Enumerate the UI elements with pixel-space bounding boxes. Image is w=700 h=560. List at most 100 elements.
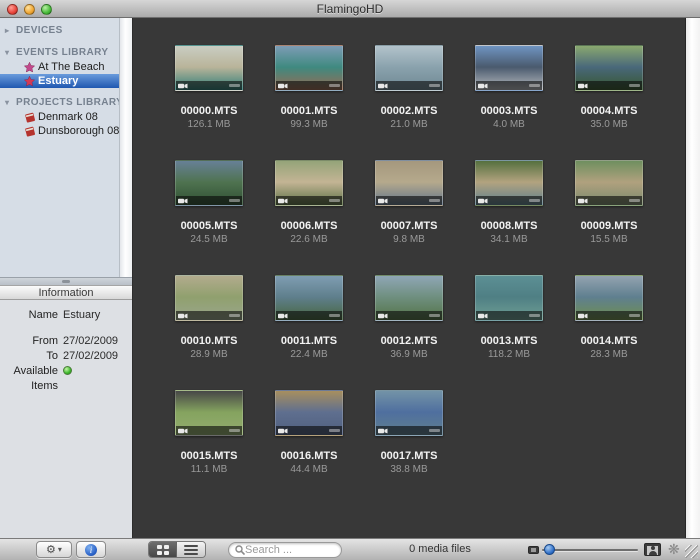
- info-icon: i: [85, 544, 97, 556]
- sidebar-item-at-the-beach[interactable]: At The Beach: [0, 60, 132, 74]
- file-size: 35.0 MB: [559, 119, 659, 130]
- list-view-button[interactable]: [177, 542, 205, 557]
- media-item[interactable]: 00002.MTS21.0 MB: [359, 45, 459, 160]
- thumbnail-overlay-bar: [476, 196, 542, 205]
- media-item[interactable]: 00011.MTS22.4 MB: [259, 275, 359, 390]
- video-thumbnail[interactable]: [175, 275, 243, 321]
- media-item[interactable]: 00003.MTS4.0 MB: [459, 45, 559, 160]
- sidebar-section-header[interactable]: ▾PROJECTS LIBRARY: [0, 95, 132, 110]
- sidebar-item-denmark-08[interactable]: Denmark 08: [0, 110, 132, 124]
- close-button[interactable]: [7, 4, 18, 15]
- info-row: Available: [0, 363, 132, 378]
- video-thumbnail[interactable]: [275, 45, 343, 91]
- media-item[interactable]: 00015.MTS11.1 MB: [159, 390, 259, 505]
- thumbnail-size-slider[interactable]: [528, 543, 638, 557]
- sidebar-item-label: Estuary: [38, 75, 78, 87]
- sidebar-scrollbar[interactable]: [119, 18, 132, 277]
- info-panel: NameEstuaryFrom27/02/2009To27/02/2009Ava…: [0, 300, 132, 538]
- search-icon: [235, 545, 245, 555]
- get-info-button[interactable]: i: [76, 541, 106, 558]
- media-item[interactable]: 00004.MTS35.0 MB: [559, 45, 659, 160]
- info-row: NameEstuary: [0, 307, 132, 322]
- video-thumbnail[interactable]: [275, 275, 343, 321]
- media-item[interactable]: 00007.MTS9.8 MB: [359, 160, 459, 275]
- minimize-button[interactable]: [24, 4, 35, 15]
- media-item[interactable]: 00009.MTS15.5 MB: [559, 160, 659, 275]
- camera-icon: [378, 428, 388, 434]
- file-size: 22.4 MB: [259, 349, 359, 360]
- vertical-scrollbar[interactable]: [685, 18, 700, 538]
- triangle-collapsed-icon[interactable]: ▸: [5, 26, 16, 35]
- video-thumbnail[interactable]: [575, 275, 643, 321]
- slider-track[interactable]: [542, 549, 638, 551]
- video-thumbnail[interactable]: [375, 160, 443, 206]
- grid-view-icon: [157, 545, 169, 555]
- available-indicator-led: [63, 366, 72, 375]
- thumbnail-overlay-bar: [276, 311, 342, 320]
- video-thumbnail[interactable]: [375, 390, 443, 436]
- file-name: 00008.MTS: [459, 220, 559, 232]
- media-item[interactable]: 00005.MTS24.5 MB: [159, 160, 259, 275]
- file-size: 24.5 MB: [159, 234, 259, 245]
- sidebar-item-estuary[interactable]: Estuary: [0, 74, 120, 88]
- title-bar[interactable]: FlamingoHD: [0, 0, 700, 18]
- file-size: 99.3 MB: [259, 119, 359, 130]
- search-field[interactable]: [228, 542, 342, 558]
- file-name: 00012.MTS: [359, 335, 459, 347]
- sidebar-item-dunsborough-08[interactable]: Dunsborough 08: [0, 124, 132, 138]
- info-label: Available: [0, 365, 58, 377]
- video-thumbnail[interactable]: [275, 160, 343, 206]
- file-size: 28.3 MB: [559, 349, 659, 360]
- thumbnail-overlay-bar: [176, 196, 242, 205]
- camera-icon: [178, 428, 188, 434]
- window-resize-grip[interactable]: [685, 545, 698, 558]
- file-size: 21.0 MB: [359, 119, 459, 130]
- video-thumbnail[interactable]: [275, 390, 343, 436]
- triangle-expanded-icon[interactable]: ▾: [5, 98, 16, 107]
- duration-indicator: [229, 314, 240, 317]
- zoom-button[interactable]: [41, 4, 52, 15]
- search-input[interactable]: [245, 544, 335, 556]
- sidebar-section-header[interactable]: ▾EVENTS LIBRARY: [0, 45, 132, 60]
- thumbnail-overlay-bar: [376, 196, 442, 205]
- video-thumbnail[interactable]: [475, 45, 543, 91]
- media-item[interactable]: 00010.MTS28.9 MB: [159, 275, 259, 390]
- pane-splitter[interactable]: [0, 277, 132, 285]
- media-item[interactable]: 00016.MTS44.4 MB: [259, 390, 359, 505]
- media-item[interactable]: 00001.MTS99.3 MB: [259, 45, 359, 160]
- action-menu-button[interactable]: ⚙ ▾: [36, 541, 72, 558]
- media-item[interactable]: 00017.MTS38.8 MB: [359, 390, 459, 505]
- file-name: 00006.MTS: [259, 220, 359, 232]
- duration-indicator: [329, 314, 340, 317]
- media-item[interactable]: 00013.MTS118.2 MB: [459, 275, 559, 390]
- media-item[interactable]: 00008.MTS34.1 MB: [459, 160, 559, 275]
- video-thumbnail[interactable]: [375, 275, 443, 321]
- video-thumbnail[interactable]: [375, 45, 443, 91]
- video-thumbnail[interactable]: [175, 160, 243, 206]
- sidebar-section-header[interactable]: ▸DEVICES: [0, 23, 132, 38]
- slider-knob[interactable]: [544, 544, 555, 555]
- triangle-expanded-icon[interactable]: ▾: [5, 48, 16, 57]
- duration-indicator: [329, 199, 340, 202]
- video-thumbnail[interactable]: [175, 45, 243, 91]
- video-thumbnail[interactable]: [475, 275, 543, 321]
- video-thumbnail[interactable]: [475, 160, 543, 206]
- file-size: 28.9 MB: [159, 349, 259, 360]
- media-item[interactable]: 00012.MTS36.9 MB: [359, 275, 459, 390]
- thumbnail-overlay-bar: [276, 426, 342, 435]
- file-name: 00000.MTS: [159, 105, 259, 117]
- media-item[interactable]: 00006.MTS22.6 MB: [259, 160, 359, 275]
- camera-icon: [478, 83, 488, 89]
- media-item[interactable]: 00000.MTS126.1 MB: [159, 45, 259, 160]
- thumbnail-overlay-bar: [376, 311, 442, 320]
- grid-view-button[interactable]: [149, 542, 177, 557]
- media-item[interactable]: 00014.MTS28.3 MB: [559, 275, 659, 390]
- video-thumbnail[interactable]: [175, 390, 243, 436]
- duration-indicator: [429, 314, 440, 317]
- file-size: 9.8 MB: [359, 234, 459, 245]
- video-thumbnail[interactable]: [575, 45, 643, 91]
- thumbnail-overlay-bar: [476, 311, 542, 320]
- file-size: 38.8 MB: [359, 464, 459, 475]
- video-thumbnail[interactable]: [575, 160, 643, 206]
- duration-indicator: [629, 199, 640, 202]
